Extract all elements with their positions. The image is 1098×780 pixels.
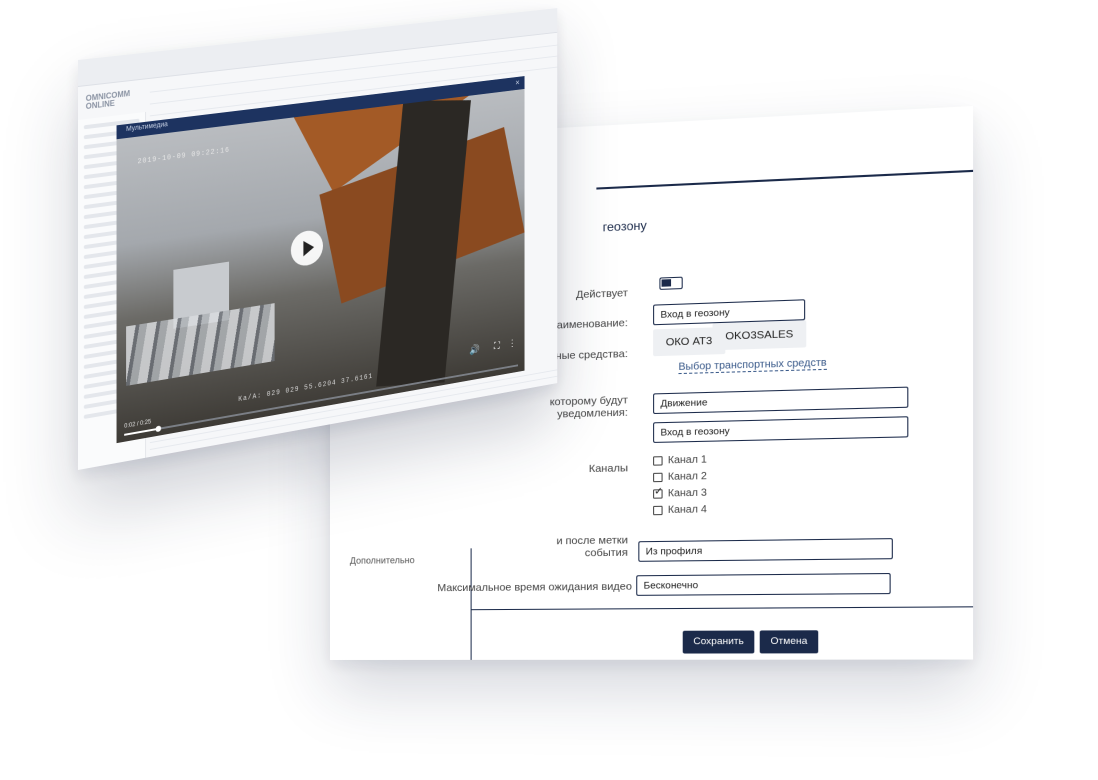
max-wait-label: Максимальное время ожидания видео xyxy=(437,580,633,595)
save-button[interactable]: Сохранить xyxy=(682,630,755,654)
video-progress-handle[interactable] xyxy=(155,425,161,433)
channel-3-label: Канал 3 xyxy=(667,487,707,500)
channel-1-label: Канал 1 xyxy=(667,454,707,467)
channels-label: Каналы xyxy=(588,462,628,476)
channel-2[interactable]: Канал 2 xyxy=(653,471,707,483)
modal-title: Мультимедиа xyxy=(126,121,168,134)
video-timestamp: 2019-10-09 09:22:16 xyxy=(137,146,230,167)
video-progress-fill xyxy=(124,427,158,436)
before-after-input[interactable]: Из профиля xyxy=(638,538,893,562)
channel-4-label: Канал 4 xyxy=(667,504,707,517)
vehicle-chip-2[interactable]: OKO3SALES xyxy=(712,320,807,351)
channel-4-checkbox[interactable] xyxy=(653,505,663,516)
notify-input-2[interactable]: Вход в геозону xyxy=(653,416,909,443)
channel-3[interactable]: Канал 3 xyxy=(653,487,707,499)
form-header-divider xyxy=(596,169,974,190)
notify-input-1[interactable]: Движение xyxy=(653,386,909,415)
more-options-icon[interactable]: ⋮ xyxy=(508,338,516,350)
additional-label: Дополнительно xyxy=(349,555,415,566)
video-time: 0:02 / 0:25 xyxy=(124,419,152,430)
volume-icon[interactable]: 🔊 xyxy=(469,344,479,356)
app-logo: OMNICOMM ONLINE xyxy=(86,89,130,111)
active-toggle[interactable] xyxy=(659,276,683,290)
stage: геозону Действует Наименование: Вход в г… xyxy=(0,0,1098,780)
channel-4[interactable]: Канал 4 xyxy=(653,504,707,516)
cancel-button[interactable]: Отмена xyxy=(759,630,819,654)
close-icon[interactable]: × xyxy=(515,78,519,88)
channel-2-checkbox[interactable] xyxy=(653,472,663,483)
select-vehicles-link[interactable]: Выбор транспортных средств xyxy=(678,357,827,375)
channel-2-label: Канал 2 xyxy=(667,470,707,483)
play-button[interactable] xyxy=(290,228,323,268)
video-modal: Мультимедиа × 2019-10-09 09:22:16 Ка/А: … xyxy=(116,76,525,444)
form-title: геозону xyxy=(602,218,647,235)
form-footer-divider xyxy=(470,606,974,611)
channel-3-checkbox[interactable] xyxy=(653,489,663,499)
channel-1-checkbox[interactable] xyxy=(653,456,663,466)
fullscreen-icon[interactable]: ⛶ xyxy=(494,341,500,352)
channel-1[interactable]: Канал 1 xyxy=(653,454,707,466)
video-scene-cars xyxy=(126,303,275,386)
form-left-divider xyxy=(470,548,472,660)
max-wait-input[interactable]: Бесконечно xyxy=(636,572,891,596)
video-player[interactable]: 2019-10-09 09:22:16 Ка/А: 029 029 55.620… xyxy=(116,88,525,444)
video-coordinates: Ка/А: 029 029 55.6204 37.6161 xyxy=(238,372,373,405)
